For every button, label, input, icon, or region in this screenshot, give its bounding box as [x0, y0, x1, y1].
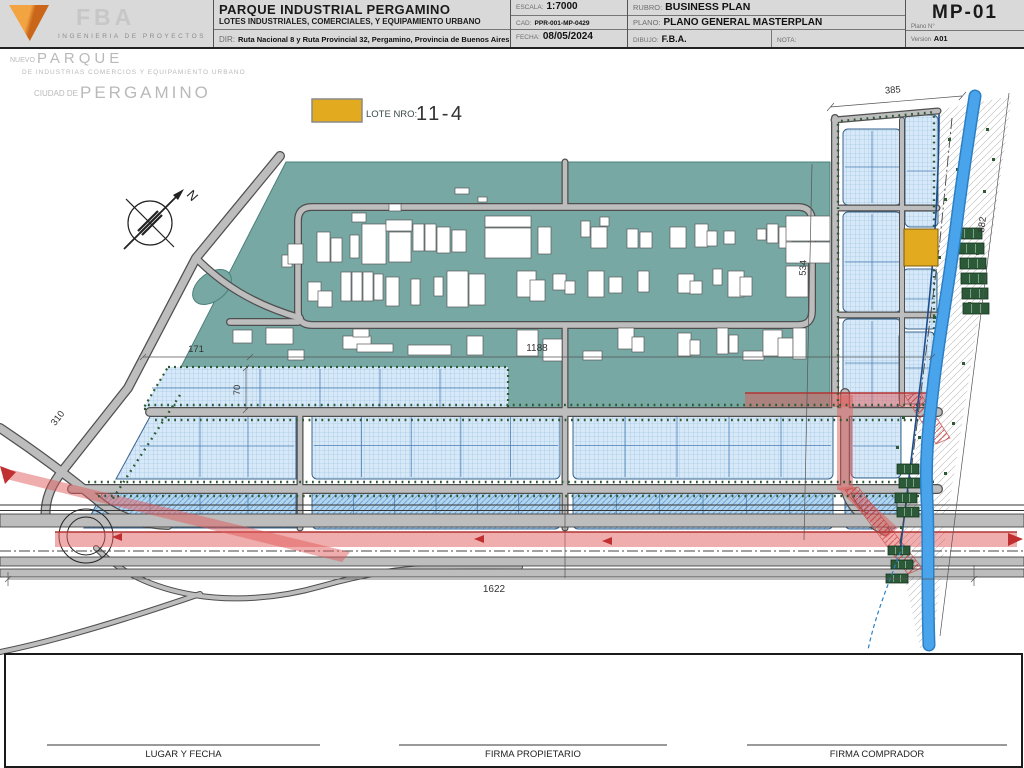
version-label: Version	[911, 37, 932, 43]
north-label: N	[184, 187, 201, 204]
lot-11-4	[903, 228, 939, 267]
dim-upper-left-height: 70	[232, 385, 243, 396]
dim-col-height: 534	[798, 260, 810, 276]
legend: LOTE NRO: 11-4	[311, 98, 465, 125]
version-value: A01	[933, 34, 948, 43]
dim-left-road: 310	[49, 409, 67, 428]
title-block: FBA INGENIERIA DE PROYECTOS PARQUE INDUS…	[0, 0, 1024, 49]
rubro-cell: RUBRO: BUSINESS PLAN PLANO: PLANO GENERAL …	[627, 0, 905, 47]
rubro-value: BUSINESS PLAN	[665, 1, 751, 13]
sheet-no-label: Plano N°	[906, 24, 1024, 31]
dim-bottom-width: 1622	[483, 584, 506, 595]
north-arrow: N	[123, 187, 201, 250]
escala-label: ESCALA:	[516, 4, 544, 11]
dim-top-width: 385	[884, 84, 901, 96]
scale-cell: ESCALA: 1:7000 CAD: PPR-001-MP-0429 FECHA:…	[510, 0, 627, 47]
rubro-label: RUBRO:	[633, 3, 663, 12]
signature-owner: FIRMA PROPIETARIO	[399, 744, 667, 760]
dibujo-label: DIBUJO:	[633, 37, 659, 44]
highlighted-main-road	[55, 532, 1017, 547]
dim-upper-left-width: 171	[188, 344, 204, 355]
plano-label: PLANO:	[633, 18, 661, 27]
dir-label: DIR:	[219, 35, 235, 44]
watermark-prefix-1: NUEVO	[10, 57, 35, 64]
signature-label-buyer: FIRMA COMPRADOR	[829, 749, 925, 760]
nota-label: NOTA:	[777, 37, 797, 44]
watermark-line2: DE INDUSTRIAS COMERCIOS Y EQUIPAMIENTO U…	[22, 69, 246, 76]
cad-label: CAD:	[516, 20, 532, 27]
legend-swatch	[311, 98, 363, 123]
dim-mid-width: 1188	[526, 343, 548, 354]
escala-value: 1:7000	[546, 1, 578, 12]
cad-value: PPR-001-MP-0429	[534, 20, 590, 27]
project-title: PARQUE INDUSTRIAL PERGAMINO	[219, 2, 451, 16]
fecha-value: 08/05/2024	[542, 31, 593, 42]
company-watermark: FBA	[76, 4, 136, 30]
dir-value: Ruta Nacional 8 y Ruta Provincial 32, Pe…	[238, 35, 510, 44]
project-cell: PARQUE INDUSTRIAL PERGAMINO LOTES INDUST…	[213, 0, 510, 47]
signature-line	[399, 744, 667, 746]
project-subtitle: LOTES INDUSTRIALES, COMERCIALES, Y EQUIP…	[219, 17, 481, 26]
plano-value: PLANO GENERAL MASTERPLAN	[663, 17, 823, 28]
signature-buyer: FIRMA COMPRADOR	[747, 744, 1007, 760]
legend-label: LOTE NRO:	[366, 109, 417, 120]
signature-line	[47, 744, 320, 746]
drawing-sheet: 385 534 882 171 1188 70 310 1622 N LOTE …	[0, 0, 1024, 768]
highlighted-lot-group	[903, 228, 939, 267]
company-logo-icon	[9, 5, 49, 41]
watermark-parque: PARQUE	[37, 50, 123, 67]
signature-label-owner: FIRMA PROPIETARIO	[485, 749, 581, 760]
signature-line	[747, 744, 1007, 746]
dim-river-length: 882	[976, 216, 989, 233]
signature-place-date: LUGAR Y FECHA	[47, 744, 320, 760]
logo-cell: FBA INGENIERIA DE PROYECTOS	[0, 0, 213, 47]
watermark-prefix-3: CIUDAD DE	[34, 89, 78, 98]
sheet-cell: MP-01 Plano N° Version A01	[905, 0, 1024, 47]
fecha-label: FECHA:	[516, 34, 540, 41]
dibujo-value: F.B.A.	[661, 34, 687, 44]
signature-box: LUGAR Y FECHA FIRMA PROPIETARIO FIRMA CO…	[4, 653, 1023, 768]
company-tagline: INGENIERIA DE PROYECTOS	[58, 33, 207, 40]
watermark-pergamino: PERGAMINO	[80, 83, 211, 102]
signature-label-place-date: LUGAR Y FECHA	[145, 749, 222, 760]
watermark: NUEVO PARQUE DE INDUSTRIAS COMERCIOS Y E…	[10, 50, 246, 102]
sheet-code: MP-01	[932, 2, 998, 23]
legend-lot-number: 11-4	[416, 103, 465, 125]
